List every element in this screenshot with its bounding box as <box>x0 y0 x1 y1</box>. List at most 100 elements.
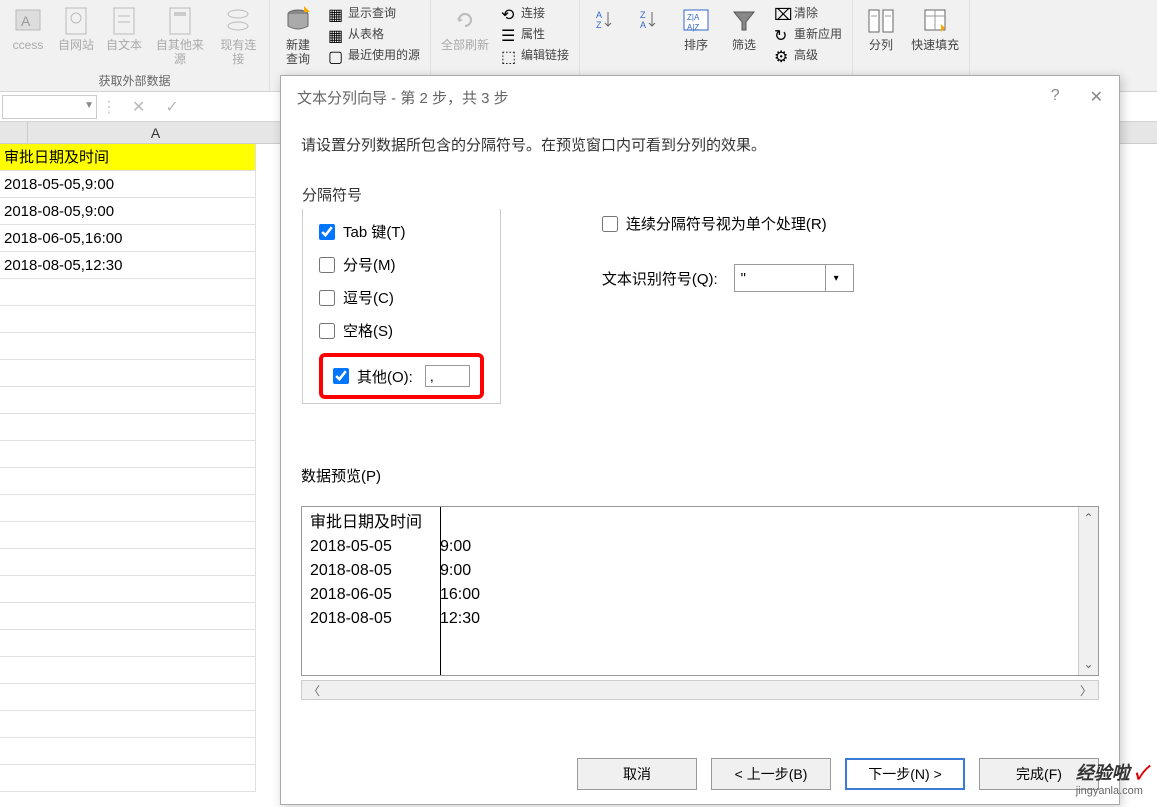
cell[interactable]: 审批日期及时间 <box>0 144 256 171</box>
consecutive-checkbox[interactable] <box>602 216 618 232</box>
text-to-columns-wizard-dialog: 文本分列向导 - 第 2 步，共 3 步 ? ✕ 请设置分列数据所包含的分隔符号… <box>280 75 1120 805</box>
semicolon-checkbox[interactable] <box>319 257 335 273</box>
refresh-all-button[interactable]: 全部刷新 <box>435 2 495 54</box>
cell[interactable]: 2018-08-05,12:30 <box>0 252 256 279</box>
preview-row: 2018-08-0512:30 <box>310 607 1090 631</box>
cell[interactable]: 2018-08-05,9:00 <box>0 198 256 225</box>
filter-button[interactable]: 筛选 <box>720 2 768 54</box>
cell[interactable] <box>0 333 256 360</box>
grid-icon: ▦ <box>328 26 344 42</box>
scroll-right-icon[interactable]: 〉 <box>1080 682 1092 699</box>
flash-fill-button[interactable]: 快速填充 <box>905 2 965 54</box>
web-icon <box>60 4 92 36</box>
cell[interactable] <box>0 441 256 468</box>
preview-row: 2018-08-059:00 <box>310 559 1090 583</box>
cell[interactable] <box>0 306 256 333</box>
vertical-scrollbar[interactable]: ⌃ ⌄ <box>1078 507 1098 675</box>
cancel-button[interactable]: 取消 <box>577 758 697 790</box>
column-divider[interactable] <box>440 507 441 675</box>
cell[interactable] <box>0 711 256 738</box>
cell[interactable]: 2018-05-05,9:00 <box>0 171 256 198</box>
cancel-icon[interactable]: ✕ <box>132 97 145 117</box>
help-icon[interactable]: ? <box>1051 87 1060 107</box>
other-delimiter-input[interactable] <box>425 365 470 387</box>
connections-button[interactable]: ⟲连接 <box>495 2 575 23</box>
text-qualifier-dropdown[interactable]: " ▾ <box>734 264 854 292</box>
ribbon-group-external-data: A ccess 自网站 自文本 自其他来源 现有连接 获取外部数据 <box>0 0 270 91</box>
close-icon[interactable]: ✕ <box>1090 87 1103 107</box>
cell[interactable] <box>0 549 256 576</box>
recent-sources-button[interactable]: ▢最近使用的源 <box>322 44 426 65</box>
cell[interactable] <box>0 387 256 414</box>
cell[interactable]: 2018-06-05,16:00 <box>0 225 256 252</box>
new-query-button[interactable]: 新建 查询 <box>274 2 322 68</box>
sort-desc-button[interactable]: ZA <box>628 2 672 38</box>
column-header-a[interactable]: A <box>28 122 284 143</box>
cell[interactable] <box>0 576 256 603</box>
cell[interactable] <box>0 603 256 630</box>
sort-button[interactable]: Z|AA|Z 排序 <box>672 2 720 54</box>
cell[interactable] <box>0 495 256 522</box>
properties-icon: ☰ <box>501 26 517 42</box>
other-checkbox[interactable] <box>333 368 349 384</box>
back-button[interactable]: < 上一步(B) <box>711 758 831 790</box>
cell[interactable] <box>0 360 256 387</box>
edit-links-button[interactable]: ⬚编辑链接 <box>495 44 575 65</box>
dropdown-icon[interactable]: ▼ <box>84 100 94 111</box>
preview-row: 审批日期及时间 <box>310 511 1090 535</box>
from-table-button[interactable]: ▦从表格 <box>322 23 426 44</box>
reapply-button[interactable]: ↻重新应用 <box>768 23 848 44</box>
delimiters-fieldset: 分隔符号 Tab 键(T) 分号(M) 逗号(C) 空格(S) <box>301 183 542 405</box>
name-box[interactable]: ▼ <box>2 95 97 119</box>
scroll-left-icon[interactable]: 〈 <box>308 682 320 699</box>
from-other-button[interactable]: 自其他来源 <box>148 2 212 68</box>
reapply-icon: ↻ <box>774 26 790 42</box>
space-checkbox[interactable] <box>319 323 335 339</box>
text-to-columns-button[interactable]: 分列 <box>857 2 905 54</box>
cell[interactable] <box>0 765 256 792</box>
cell[interactable] <box>0 630 256 657</box>
cell[interactable] <box>0 684 256 711</box>
select-all-corner[interactable] <box>0 122 28 143</box>
advanced-button[interactable]: ⚙高级 <box>768 44 848 65</box>
from-access-button[interactable]: A ccess <box>4 2 52 54</box>
checkmark-icon: ✓ <box>1130 763 1147 783</box>
edit-links-icon: ⬚ <box>501 47 517 63</box>
cell[interactable] <box>0 738 256 765</box>
svg-text:A: A <box>640 20 646 30</box>
tab-checkbox[interactable] <box>319 224 335 240</box>
consecutive-checkbox-row[interactable]: 连续分隔符号视为单个处理(R) <box>602 213 854 234</box>
cell[interactable] <box>0 522 256 549</box>
cell[interactable] <box>0 414 256 441</box>
comma-checkbox[interactable] <box>319 290 335 306</box>
from-text-button[interactable]: 自文本 <box>100 2 148 54</box>
flash-fill-icon <box>919 4 951 36</box>
cell[interactable] <box>0 468 256 495</box>
from-web-button[interactable]: 自网站 <box>52 2 100 54</box>
sort-asc-button[interactable]: AZ <box>584 2 628 38</box>
show-queries-button[interactable]: ▦显示查询 <box>322 2 426 23</box>
dialog-button-row: 取消 < 上一步(B) 下一步(N) > 完成(F) <box>577 758 1099 790</box>
comma-checkbox-row[interactable]: 逗号(C) <box>319 287 484 308</box>
space-checkbox-row[interactable]: 空格(S) <box>319 320 484 341</box>
other-checkbox-row[interactable]: 其他(O): <box>333 365 470 387</box>
next-button[interactable]: 下一步(N) > <box>845 758 965 790</box>
scroll-down-icon[interactable]: ⌄ <box>1083 657 1093 671</box>
existing-connections-button[interactable]: 现有连接 <box>212 2 265 68</box>
watermark: 经验啦 ✓ jingyanla.com <box>1076 759 1147 797</box>
cell[interactable] <box>0 657 256 684</box>
clear-filter-button[interactable]: ⌧清除 <box>768 2 848 23</box>
enter-icon[interactable]: ✓ <box>165 97 178 117</box>
scroll-up-icon[interactable]: ⌃ <box>1083 511 1093 525</box>
horizontal-scrollbar[interactable]: 〈 〉 <box>301 680 1099 700</box>
properties-button[interactable]: ☰属性 <box>495 23 575 44</box>
semicolon-checkbox-row[interactable]: 分号(M) <box>319 254 484 275</box>
delimiters-label: 分隔符号 <box>302 184 501 205</box>
dialog-titlebar[interactable]: 文本分列向导 - 第 2 步，共 3 步 ? ✕ <box>281 76 1119 118</box>
svg-text:A: A <box>21 13 31 29</box>
other-sources-icon <box>164 4 196 36</box>
tab-checkbox-row[interactable]: Tab 键(T) <box>319 221 484 242</box>
table-icon: ▦ <box>328 5 344 21</box>
chevron-down-icon[interactable]: ▾ <box>825 265 847 291</box>
cell[interactable] <box>0 279 256 306</box>
